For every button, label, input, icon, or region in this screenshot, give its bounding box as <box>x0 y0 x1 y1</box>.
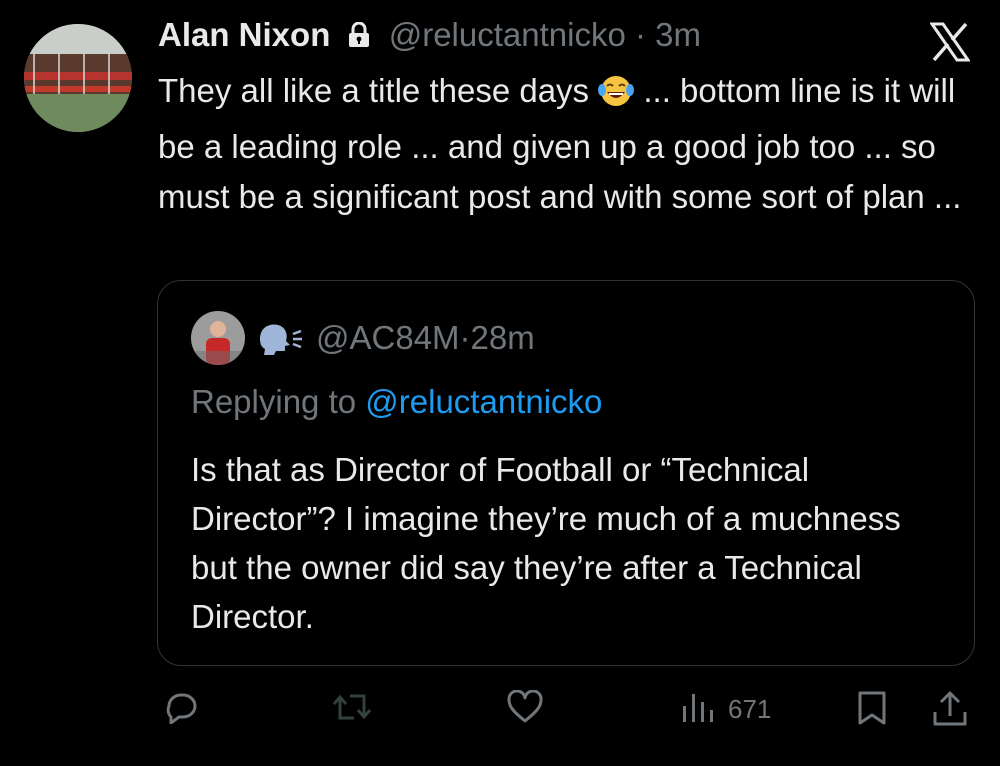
tweet-text-part-1: They all like a title these days <box>158 72 590 109</box>
like-button[interactable] <box>506 689 544 729</box>
author-handle[interactable]: @reluctantnicko <box>389 16 626 53</box>
share-icon <box>932 690 968 733</box>
quoted-text: Is that as Director of Football or “Tech… <box>191 451 901 635</box>
author-name[interactable]: Alan Nixon <box>158 16 330 53</box>
speaking-head-icon <box>256 321 304 360</box>
reply-icon <box>163 690 199 729</box>
quoted-separator: · <box>459 319 471 356</box>
quoted-handle[interactable]: @AC84M <box>316 319 460 356</box>
share-button[interactable] <box>932 690 968 733</box>
bookmark-button[interactable] <box>856 690 888 731</box>
views-button[interactable]: 671 <box>680 690 771 729</box>
quoted-header: @AC84M·28m <box>316 317 535 359</box>
retweet-button[interactable] <box>330 690 374 729</box>
quoted-time[interactable]: 28m <box>471 319 535 356</box>
lock-icon <box>348 16 370 58</box>
quoted-tweet[interactable]: @AC84M·28m Replying to @reluctantnicko I… <box>157 280 975 666</box>
replying-to: Replying to @reluctantnicko <box>191 381 602 423</box>
views-count: 671 <box>728 694 772 724</box>
like-icon <box>506 689 544 729</box>
action-bar: 671 <box>0 689 1000 740</box>
author-avatar[interactable] <box>24 24 132 132</box>
reply-button[interactable] <box>163 690 199 729</box>
x-logo-icon[interactable] <box>929 22 971 62</box>
views-icon <box>680 690 716 729</box>
retweet-icon <box>330 690 374 729</box>
quoted-avatar[interactable] <box>191 311 245 365</box>
laughing-emoji <box>598 72 635 122</box>
tweet-time[interactable]: 3m <box>655 16 701 53</box>
replying-to-label: Replying to <box>191 383 357 420</box>
replying-to-mention[interactable]: @reluctantnicko <box>365 383 602 420</box>
separator-dot: · <box>634 16 646 53</box>
tweet-text: They all like a title these days ... bot… <box>158 66 978 222</box>
bookmark-icon <box>856 690 888 731</box>
tweet-header: Alan Nixon @reluctantnicko · 3m <box>158 14 701 58</box>
